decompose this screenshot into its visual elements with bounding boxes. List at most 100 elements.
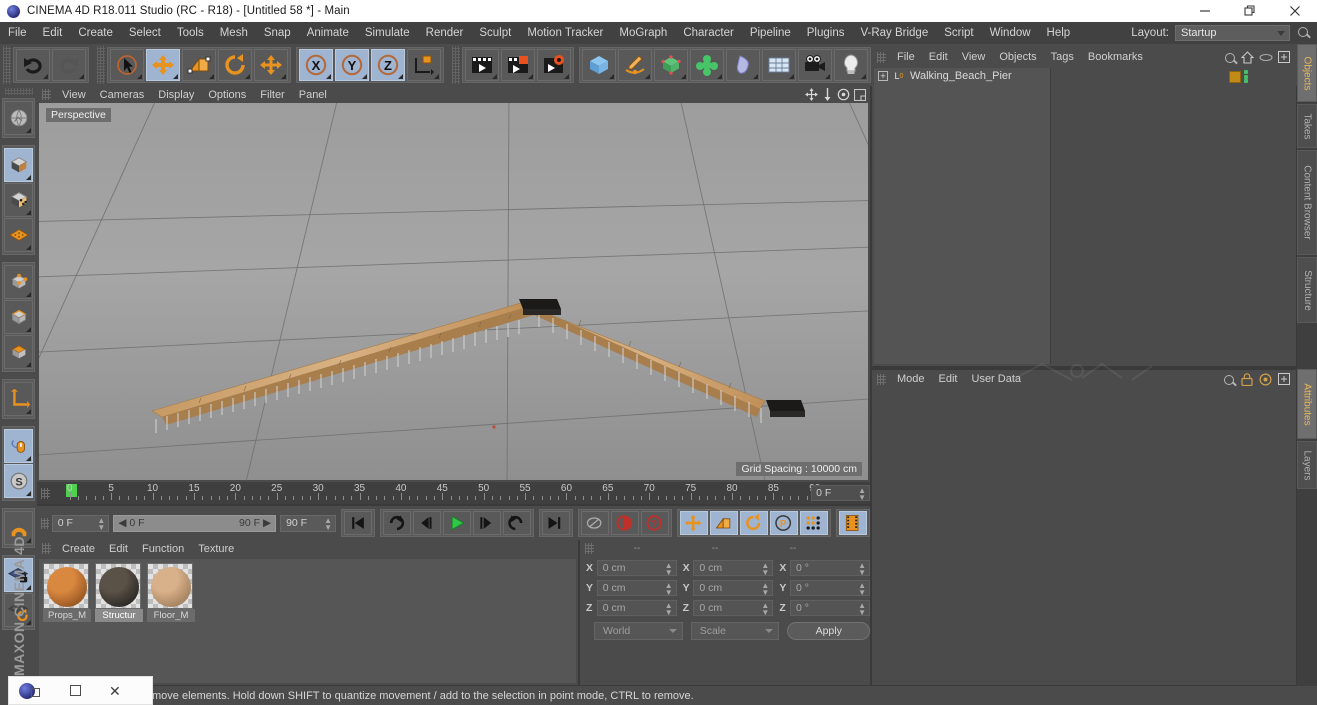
array-icon[interactable] (690, 49, 724, 81)
enable-axis-icon[interactable]: S (4, 464, 33, 498)
side-tab-attributes[interactable]: Attributes (1297, 369, 1317, 439)
render-settings-icon[interactable] (537, 49, 571, 81)
menu-item-sculpt[interactable]: Sculpt (471, 22, 519, 44)
material-item[interactable]: Structur (95, 563, 143, 679)
undo-icon[interactable] (16, 49, 50, 81)
object-menu-view[interactable]: View (955, 51, 993, 63)
light-icon[interactable] (834, 49, 868, 81)
material-thumbnail[interactable] (147, 563, 193, 609)
workplane-mode-icon[interactable] (4, 218, 33, 252)
side-tab-objects[interactable]: Objects (1297, 44, 1317, 102)
current-frame-field[interactable]: 0 F ▲ ▼ (51, 514, 110, 532)
viewport-menu-view[interactable]: View (55, 89, 93, 101)
material-menu-edit[interactable]: Edit (102, 543, 135, 555)
key-scale-icon[interactable] (709, 511, 738, 535)
record-active-objects-icon[interactable] (610, 511, 639, 535)
menu-item-pipeline[interactable]: Pipeline (742, 22, 799, 44)
scale-icon[interactable] (182, 49, 216, 81)
menu-item-simulate[interactable]: Simulate (357, 22, 418, 44)
axis-mode-icon[interactable] (4, 382, 33, 416)
z-axis-icon[interactable]: Z (371, 49, 405, 81)
timeline-frame-field[interactable]: 0 F ▲ ▼ (811, 485, 870, 502)
material-item[interactable]: Props_M (43, 563, 91, 679)
move-icon[interactable] (146, 49, 180, 81)
left-toolbar-grip[interactable] (4, 88, 33, 95)
spinner-icon[interactable]: ▲ ▼ (858, 601, 866, 616)
panel-grip[interactable] (585, 543, 594, 554)
timeline-ruler[interactable]: 051015202530354045505560657075808590 (61, 482, 820, 504)
viewport-menu-display[interactable]: Display (151, 89, 201, 101)
autokeying-icon[interactable]: ? (640, 511, 669, 535)
spinner-icon[interactable]: ▲ ▼ (761, 581, 769, 596)
size-field-x[interactable]: 0 cm ▲ ▼ (693, 559, 774, 576)
restore-icon[interactable] (1227, 0, 1272, 22)
spinner-icon[interactable]: ▲ ▼ (665, 581, 673, 596)
object-menu-bookmarks[interactable]: Bookmarks (1081, 51, 1150, 63)
go-to-end-icon[interactable] (541, 511, 570, 535)
position-field-x[interactable]: 0 cm ▲ ▼ (596, 559, 677, 576)
size-field-y[interactable]: 0 cm ▲ ▼ (693, 579, 774, 596)
panel-grip[interactable] (42, 89, 51, 100)
world-coordinate-icon[interactable] (407, 49, 441, 81)
range-left-arrow-icon[interactable]: ◀ (118, 517, 126, 529)
spinner-icon[interactable]: ▲ ▼ (665, 561, 673, 576)
panel-grip[interactable] (877, 373, 886, 385)
menu-item-animate[interactable]: Animate (299, 22, 357, 44)
expand-icon[interactable]: + (878, 71, 888, 81)
spline-pen-icon[interactable] (618, 49, 652, 81)
menu-item-snap[interactable]: Snap (256, 22, 299, 44)
menu-item-render[interactable]: Render (418, 22, 472, 44)
texture-mode-icon[interactable] (4, 183, 33, 217)
redo-icon[interactable] (52, 49, 86, 81)
go-to-start-icon[interactable] (343, 511, 372, 535)
key-position-icon[interactable] (679, 511, 708, 535)
spinner-icon[interactable]: ▲ ▼ (761, 601, 769, 616)
autokey-record-icon[interactable] (580, 511, 609, 535)
menu-item-help[interactable]: Help (1039, 22, 1079, 44)
spinner-icon[interactable]: ▲ ▼ (761, 561, 769, 576)
rotate-icon[interactable] (218, 49, 252, 81)
object-row[interactable]: + L0 Walking_Beach_Pier (874, 68, 1050, 84)
menu-item-select[interactable]: Select (121, 22, 169, 44)
search-icon[interactable] (1295, 24, 1313, 42)
model-mode-icon[interactable] (4, 148, 33, 182)
close-icon[interactable] (1272, 0, 1317, 22)
search-icon[interactable] (1221, 372, 1235, 386)
points-mode-icon[interactable] (4, 265, 33, 299)
menu-item-mograph[interactable]: MoGraph (611, 22, 675, 44)
play-loop-icon[interactable] (502, 511, 531, 535)
fit-icon[interactable] (1278, 51, 1290, 63)
material-thumbnail[interactable] (43, 563, 89, 609)
move-tool-icon[interactable] (254, 49, 288, 81)
spinner-icon[interactable]: ▲ ▼ (858, 581, 866, 596)
deformer-icon[interactable] (726, 49, 760, 81)
toolbar-grip[interactable] (97, 46, 105, 84)
material-menu-create[interactable]: Create (55, 543, 102, 555)
menu-item-motion-tracker[interactable]: Motion Tracker (519, 22, 611, 44)
toolbar-grip[interactable] (452, 46, 460, 84)
rotation-field-y[interactable]: 0 ° ▲ ▼ (790, 579, 871, 596)
key-pla-icon[interactable] (799, 511, 828, 535)
menu-item-create[interactable]: Create (70, 22, 121, 44)
close-icon[interactable]: ✕ (109, 684, 121, 698)
object-menu-edit[interactable]: Edit (922, 51, 955, 63)
nurbs-icon[interactable] (654, 49, 688, 81)
panel-grip[interactable] (41, 487, 50, 499)
fit-icon[interactable] (1278, 373, 1290, 385)
toolbar-grip[interactable] (3, 46, 11, 84)
side-tab-structure[interactable]: Structure (1297, 257, 1317, 323)
position-field-z[interactable]: 0 cm ▲ ▼ (596, 599, 677, 616)
environment-icon[interactable] (762, 49, 796, 81)
spinner-icon[interactable]: ▲ ▼ (858, 561, 866, 576)
rotate-view-icon[interactable] (837, 88, 850, 101)
link-icon[interactable] (1259, 52, 1273, 63)
spinner-icon[interactable]: ▲ ▼ (858, 487, 866, 502)
key-parameter-icon[interactable]: P (769, 511, 798, 535)
home-icon[interactable] (1241, 50, 1254, 64)
menu-item-window[interactable]: Window (982, 22, 1039, 44)
step-forward-icon[interactable] (472, 511, 501, 535)
attribute-content[interactable] (874, 390, 1294, 683)
3d-viewport[interactable]: Perspective Y Z X Grid Spacing : 10000 c… (39, 103, 868, 480)
keyframe-selection-icon[interactable] (838, 511, 867, 535)
camera-icon[interactable] (798, 49, 832, 81)
